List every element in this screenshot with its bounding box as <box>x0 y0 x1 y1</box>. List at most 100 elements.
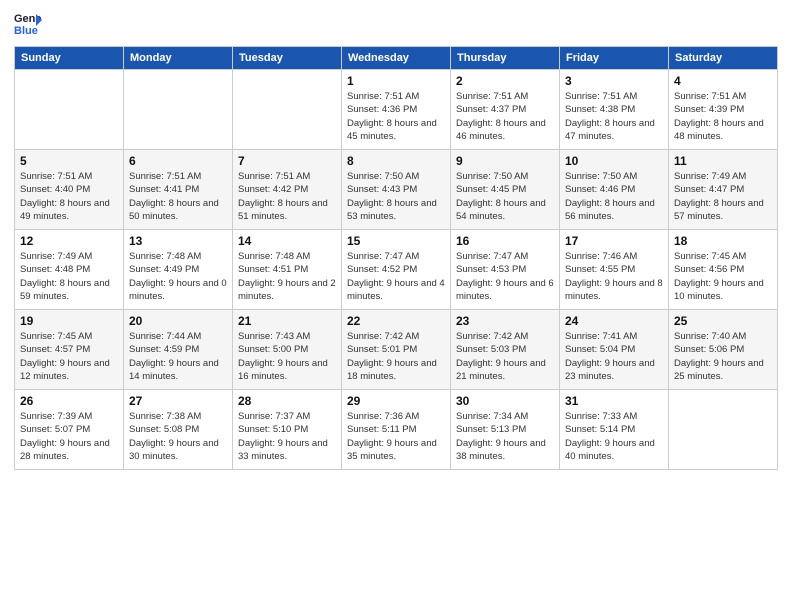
day-number: 4 <box>674 74 772 88</box>
day-number: 6 <box>129 154 227 168</box>
weekday-header-wednesday: Wednesday <box>342 47 451 70</box>
day-info: Sunrise: 7:51 AM Sunset: 4:42 PM Dayligh… <box>238 170 336 223</box>
calendar-day-3: 3 Sunrise: 7:51 AM Sunset: 4:38 PM Daylig… <box>560 70 669 150</box>
logo: General Blue <box>14 10 42 38</box>
calendar-day-22: 22 Sunrise: 7:42 AM Sunset: 5:01 PM Dayli… <box>342 310 451 390</box>
day-info: Sunrise: 7:38 AM Sunset: 5:08 PM Dayligh… <box>129 410 227 463</box>
empty-cell <box>669 390 778 470</box>
day-number: 16 <box>456 234 554 248</box>
day-info: Sunrise: 7:51 AM Sunset: 4:39 PM Dayligh… <box>674 90 772 143</box>
calendar-day-24: 24 Sunrise: 7:41 AM Sunset: 5:04 PM Dayli… <box>560 310 669 390</box>
day-number: 22 <box>347 314 445 328</box>
day-number: 2 <box>456 74 554 88</box>
calendar-day-25: 25 Sunrise: 7:40 AM Sunset: 5:06 PM Dayli… <box>669 310 778 390</box>
day-number: 13 <box>129 234 227 248</box>
calendar-day-1: 1 Sunrise: 7:51 AM Sunset: 4:36 PM Daylig… <box>342 70 451 150</box>
day-info: Sunrise: 7:47 AM Sunset: 4:52 PM Dayligh… <box>347 250 445 303</box>
day-info: Sunrise: 7:50 AM Sunset: 4:46 PM Dayligh… <box>565 170 663 223</box>
day-info: Sunrise: 7:45 AM Sunset: 4:57 PM Dayligh… <box>20 330 118 383</box>
calendar-day-7: 7 Sunrise: 7:51 AM Sunset: 4:42 PM Daylig… <box>233 150 342 230</box>
day-info: Sunrise: 7:43 AM Sunset: 5:00 PM Dayligh… <box>238 330 336 383</box>
day-info: Sunrise: 7:49 AM Sunset: 4:47 PM Dayligh… <box>674 170 772 223</box>
calendar-day-28: 28 Sunrise: 7:37 AM Sunset: 5:10 PM Dayli… <box>233 390 342 470</box>
calendar-day-5: 5 Sunrise: 7:51 AM Sunset: 4:40 PM Daylig… <box>15 150 124 230</box>
calendar-day-13: 13Sunrise: 7:48 AM Sunset: 4:49 PM Dayli… <box>124 230 233 310</box>
calendar-week-row: 12 Sunrise: 7:49 AM Sunset: 4:48 PM Dayli… <box>15 230 778 310</box>
calendar-day-18: 18 Sunrise: 7:45 AM Sunset: 4:56 PM Dayli… <box>669 230 778 310</box>
calendar-day-30: 30Sunrise: 7:34 AM Sunset: 5:13 PM Dayli… <box>451 390 560 470</box>
weekday-header-thursday: Thursday <box>451 47 560 70</box>
day-info: Sunrise: 7:47 AM Sunset: 4:53 PM Dayligh… <box>456 250 554 303</box>
day-info: Sunrise: 7:42 AM Sunset: 5:01 PM Dayligh… <box>347 330 445 383</box>
calendar-day-16: 16 Sunrise: 7:47 AM Sunset: 4:53 PM Dayli… <box>451 230 560 310</box>
day-number: 26 <box>20 394 118 408</box>
day-number: 21 <box>238 314 336 328</box>
day-info: Sunrise: 7:37 AM Sunset: 5:10 PM Dayligh… <box>238 410 336 463</box>
calendar-day-27: 27 Sunrise: 7:38 AM Sunset: 5:08 PM Dayli… <box>124 390 233 470</box>
day-number: 15 <box>347 234 445 248</box>
day-number: 5 <box>20 154 118 168</box>
weekday-header-saturday: Saturday <box>669 47 778 70</box>
day-number: 30 <box>456 394 554 408</box>
day-number: 10 <box>565 154 663 168</box>
calendar-day-26: 26 Sunrise: 7:39 AM Sunset: 5:07 PM Dayli… <box>15 390 124 470</box>
day-info: Sunrise: 7:45 AM Sunset: 4:56 PM Dayligh… <box>674 250 772 303</box>
calendar-day-19: 19 Sunrise: 7:45 AM Sunset: 4:57 PM Dayli… <box>15 310 124 390</box>
day-info: Sunrise: 7:44 AM Sunset: 4:59 PM Dayligh… <box>129 330 227 383</box>
day-info: Sunrise: 7:40 AM Sunset: 5:06 PM Dayligh… <box>674 330 772 383</box>
calendar-day-29: 29 Sunrise: 7:36 AM Sunset: 5:11 PM Dayli… <box>342 390 451 470</box>
calendar-day-11: 11 Sunrise: 7:49 AM Sunset: 4:47 PM Dayli… <box>669 150 778 230</box>
calendar-day-10: 10 Sunrise: 7:50 AM Sunset: 4:46 PM Dayli… <box>560 150 669 230</box>
calendar-week-row: 26 Sunrise: 7:39 AM Sunset: 5:07 PM Dayli… <box>15 390 778 470</box>
day-info: Sunrise: 7:46 AM Sunset: 4:55 PM Dayligh… <box>565 250 663 303</box>
empty-cell <box>15 70 124 150</box>
day-info: Sunrise: 7:39 AM Sunset: 5:07 PM Dayligh… <box>20 410 118 463</box>
day-number: 23 <box>456 314 554 328</box>
day-number: 28 <box>238 394 336 408</box>
day-info: Sunrise: 7:50 AM Sunset: 4:43 PM Dayligh… <box>347 170 445 223</box>
empty-cell <box>233 70 342 150</box>
weekday-header-row: SundayMondayTuesdayWednesdayThursdayFrid… <box>15 47 778 70</box>
calendar-day-4: 4 Sunrise: 7:51 AM Sunset: 4:39 PM Daylig… <box>669 70 778 150</box>
day-number: 25 <box>674 314 772 328</box>
calendar-day-9: 9Sunrise: 7:50 AM Sunset: 4:45 PM Daylig… <box>451 150 560 230</box>
day-info: Sunrise: 7:51 AM Sunset: 4:37 PM Dayligh… <box>456 90 554 143</box>
day-number: 29 <box>347 394 445 408</box>
day-info: Sunrise: 7:51 AM Sunset: 4:41 PM Dayligh… <box>129 170 227 223</box>
day-number: 12 <box>20 234 118 248</box>
day-info: Sunrise: 7:48 AM Sunset: 4:51 PM Dayligh… <box>238 250 336 303</box>
header: General Blue <box>14 10 778 38</box>
calendar-day-15: 15 Sunrise: 7:47 AM Sunset: 4:52 PM Dayli… <box>342 230 451 310</box>
calendar-day-21: 21 Sunrise: 7:43 AM Sunset: 5:00 PM Dayli… <box>233 310 342 390</box>
day-info: Sunrise: 7:49 AM Sunset: 4:48 PM Dayligh… <box>20 250 118 303</box>
day-number: 1 <box>347 74 445 88</box>
logo-icon: General Blue <box>14 10 42 38</box>
day-info: Sunrise: 7:51 AM Sunset: 4:38 PM Dayligh… <box>565 90 663 143</box>
day-number: 11 <box>674 154 772 168</box>
calendar-week-row: 1 Sunrise: 7:51 AM Sunset: 4:36 PM Daylig… <box>15 70 778 150</box>
day-number: 24 <box>565 314 663 328</box>
page-container: General Blue SundayMondayTuesdayWednesda… <box>0 0 792 612</box>
day-number: 19 <box>20 314 118 328</box>
weekday-header-tuesday: Tuesday <box>233 47 342 70</box>
weekday-header-monday: Monday <box>124 47 233 70</box>
day-number: 31 <box>565 394 663 408</box>
calendar-table: SundayMondayTuesdayWednesdayThursdayFrid… <box>14 46 778 470</box>
day-info: Sunrise: 7:33 AM Sunset: 5:14 PM Dayligh… <box>565 410 663 463</box>
calendar-day-12: 12 Sunrise: 7:49 AM Sunset: 4:48 PM Dayli… <box>15 230 124 310</box>
day-info: Sunrise: 7:50 AM Sunset: 4:45 PM Dayligh… <box>456 170 554 223</box>
day-info: Sunrise: 7:51 AM Sunset: 4:40 PM Dayligh… <box>20 170 118 223</box>
calendar-day-20: 20 Sunrise: 7:44 AM Sunset: 4:59 PM Dayli… <box>124 310 233 390</box>
day-info: Sunrise: 7:41 AM Sunset: 5:04 PM Dayligh… <box>565 330 663 383</box>
calendar-week-row: 19 Sunrise: 7:45 AM Sunset: 4:57 PM Dayli… <box>15 310 778 390</box>
calendar-day-2: 2 Sunrise: 7:51 AM Sunset: 4:37 PM Daylig… <box>451 70 560 150</box>
day-number: 18 <box>674 234 772 248</box>
day-number: 20 <box>129 314 227 328</box>
day-number: 27 <box>129 394 227 408</box>
calendar-day-23: 23Sunrise: 7:42 AM Sunset: 5:03 PM Dayli… <box>451 310 560 390</box>
day-number: 3 <box>565 74 663 88</box>
day-number: 7 <box>238 154 336 168</box>
calendar-day-31: 31 Sunrise: 7:33 AM Sunset: 5:14 PM Dayli… <box>560 390 669 470</box>
day-info: Sunrise: 7:51 AM Sunset: 4:36 PM Dayligh… <box>347 90 445 143</box>
day-info: Sunrise: 7:36 AM Sunset: 5:11 PM Dayligh… <box>347 410 445 463</box>
